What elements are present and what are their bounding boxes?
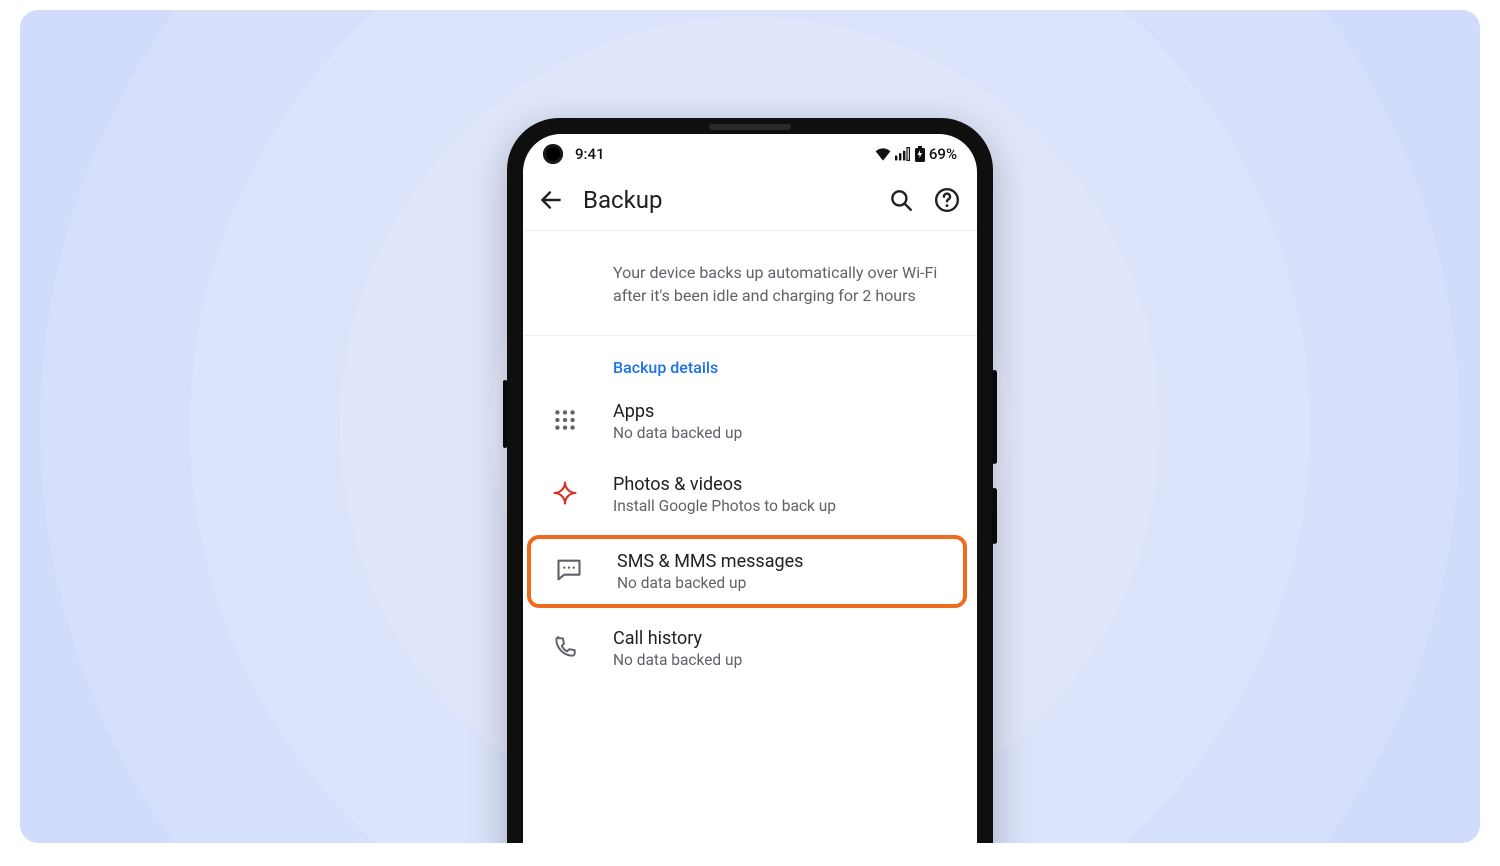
phone-frame: 9:41 69% <box>507 118 993 843</box>
item-subtitle: No data backed up <box>613 651 742 669</box>
signal-icon <box>895 147 911 161</box>
backup-item-call-history[interactable]: Call history No data backed up <box>523 612 977 685</box>
page-title: Backup <box>583 186 869 214</box>
backup-item-sms-mms[interactable]: SMS & MMS messages No data backed up <box>527 535 967 608</box>
page-canvas: 9:41 69% <box>20 10 1480 843</box>
status-battery: 69% <box>929 145 957 163</box>
messages-icon <box>555 556 583 588</box>
item-subtitle: Install Google Photos to back up <box>613 497 836 515</box>
photos-icon <box>551 479 579 511</box>
backup-item-photos[interactable]: Photos & videos Install Google Photos to… <box>523 458 977 531</box>
backup-info-text: Your device backs up automatically over … <box>523 231 977 336</box>
section-header-backup-details: Backup details <box>523 336 977 385</box>
item-title: Photos & videos <box>613 474 836 495</box>
item-subtitle: No data backed up <box>613 424 742 442</box>
back-button[interactable] <box>537 186 565 214</box>
battery-icon <box>915 146 925 162</box>
wifi-icon <box>875 147 891 161</box>
status-bar: 9:41 69% <box>523 134 977 174</box>
item-title: Call history <box>613 628 742 649</box>
phone-screen: 9:41 69% <box>523 134 977 843</box>
status-time: 9:41 <box>575 145 605 163</box>
app-bar: Backup <box>523 174 977 231</box>
item-title: Apps <box>613 401 742 422</box>
item-title: SMS & MMS messages <box>617 551 803 572</box>
phone-icon <box>552 634 578 664</box>
apps-icon <box>552 407 578 437</box>
camera-hole <box>543 144 563 164</box>
backup-item-apps[interactable]: Apps No data backed up <box>523 385 977 458</box>
help-button[interactable] <box>933 186 961 214</box>
item-subtitle: No data backed up <box>617 574 803 592</box>
search-button[interactable] <box>887 186 915 214</box>
